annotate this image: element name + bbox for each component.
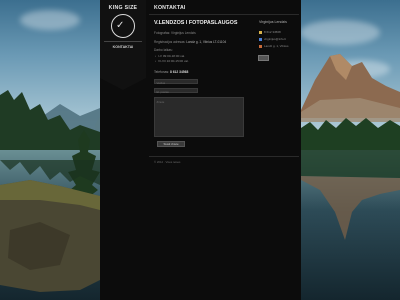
mail-icon (259, 37, 262, 41)
social-badge-icon[interactable] (258, 55, 269, 61)
hours-label: Darbo laikas: (154, 48, 173, 52)
sidebar-title: Virginijus Lendzis (259, 20, 287, 24)
phone-label: Telefonas: (154, 70, 170, 74)
sidebar-item-label: Landz g. 1, Vilnius (264, 44, 289, 48)
sidebar-item-phone[interactable]: 8 612 34568 (259, 30, 281, 34)
brand-name: KING SIZE (108, 5, 138, 11)
submit-button[interactable]: Siusti zinute (157, 141, 185, 147)
page-title: KONTAKTAI (154, 5, 186, 11)
address-line: Registracijos adresas: Landz g. 1, Vilni… (154, 40, 226, 44)
photographer-line: Fotografas: Virginijus Lendzis (154, 31, 196, 35)
sidebar-item-label: 8 612 34568 (264, 30, 281, 34)
hours-item: VI-VII 10:00-15:00 val. (155, 59, 189, 63)
home-icon (259, 44, 262, 48)
sidebar-item-email[interactable]: virginijus@info.lt (259, 37, 286, 41)
sidebar-item-address[interactable]: Landz g. 1, Vilnius (259, 44, 288, 48)
hours-item: I-V 09:00-18:00 val. (155, 54, 185, 58)
ribbon-divider (104, 41, 142, 42)
phone-value[interactable]: 8 612 34568 (170, 70, 188, 74)
logo-ribbon: KING SIZE ✓ KONTAKTAI (100, 0, 146, 90)
address-value: Landz g. 1, Vilnius LT-01104 (186, 40, 227, 44)
name-input[interactable]: Vardas (154, 79, 198, 85)
sidebar-item-label: virginijus@info.lt (264, 37, 286, 41)
nav-item-kontaktai[interactable]: KONTAKTAI (100, 45, 146, 49)
address-label: Registracijos adresas: (154, 40, 186, 44)
company-name: V.LENDZOS I FOTOPASLAUGOS (154, 20, 238, 26)
footer-text: © 2012 · Visos teises (154, 160, 181, 164)
phone-icon (259, 30, 262, 34)
footer-divider (149, 156, 299, 157)
message-textarea[interactable]: Zinute (154, 97, 244, 137)
title-divider (149, 14, 299, 15)
email-input[interactable]: El. pastas (154, 88, 198, 94)
phone-line: Telefonas: 8 612 34568 (154, 70, 188, 74)
logo-icon[interactable]: ✓ (111, 14, 135, 38)
